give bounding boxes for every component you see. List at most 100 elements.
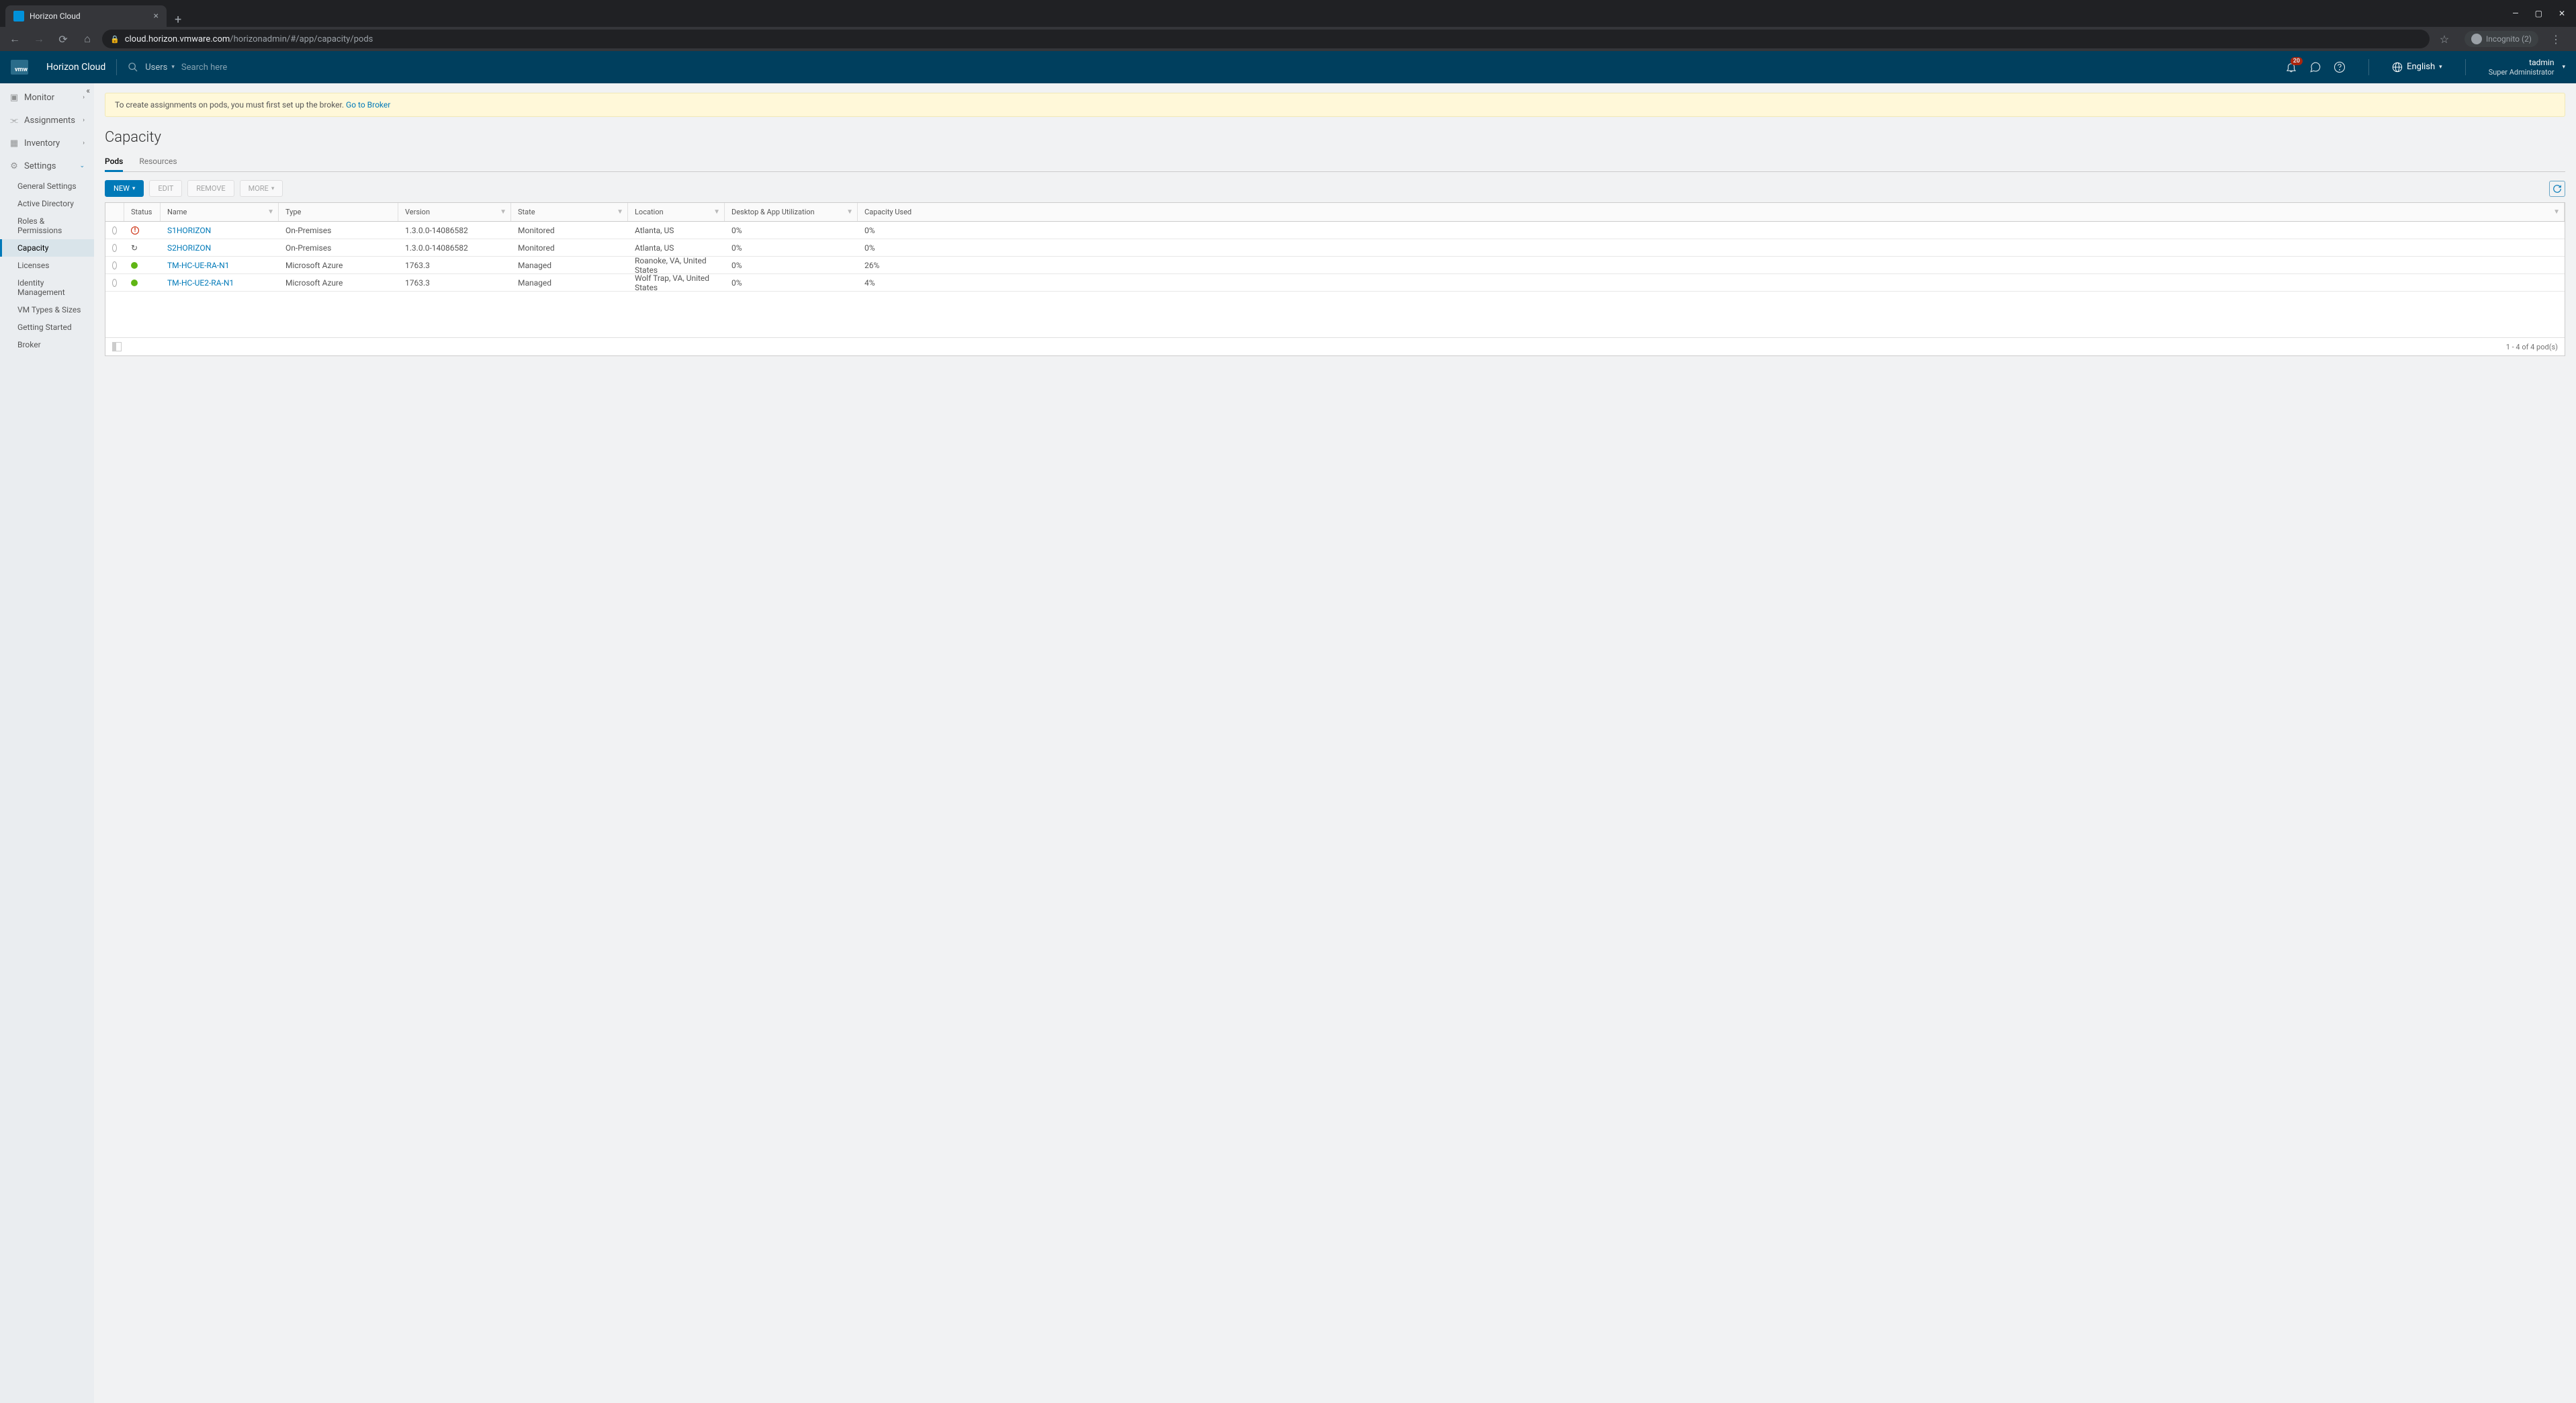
back-button[interactable]: ←: [5, 30, 24, 48]
filter-icon[interactable]: ▼: [713, 208, 720, 216]
refresh-button[interactable]: [2549, 181, 2565, 197]
cell-location: Wolf Trap, VA, United States: [628, 274, 725, 291]
chevron-down-icon: ▾: [2439, 64, 2442, 71]
cell-desktop: 0%: [725, 274, 858, 291]
row-radio[interactable]: [112, 279, 117, 287]
cell-version: 1763.3: [398, 274, 511, 291]
cell-desktop: 0%: [725, 257, 858, 273]
more-button[interactable]: MORE ▾: [240, 180, 283, 197]
maximize-button[interactable]: ▢: [2535, 9, 2542, 18]
pod-name-link[interactable]: TM-HC-UE-RA-N1: [167, 261, 229, 270]
search-icon[interactable]: [128, 62, 138, 73]
incognito-icon: [2471, 34, 2482, 44]
collapse-sidebar-button[interactable]: «: [86, 86, 90, 95]
filter-icon[interactable]: ▼: [2553, 208, 2560, 216]
row-radio[interactable]: [112, 261, 117, 269]
sidebar-sub-licenses[interactable]: Licenses: [0, 257, 94, 274]
col-capacity[interactable]: Capacity Used▼: [858, 203, 2565, 221]
go-to-broker-link[interactable]: Go to Broker: [346, 100, 390, 110]
new-tab-button[interactable]: +: [167, 13, 189, 27]
user-menu[interactable]: tadmin Super Administrator: [2489, 58, 2555, 77]
tab-resources[interactable]: Resources: [139, 153, 177, 171]
tab-title: Horizon Cloud: [30, 11, 148, 21]
sidebar-item-inventory[interactable]: ▦Inventory ›: [0, 132, 94, 155]
minimize-button[interactable]: —: [2512, 9, 2518, 18]
sidebar-item-assignments[interactable]: ⫘Assignments ›: [0, 109, 94, 132]
info-banner: To create assignments on pods, you must …: [105, 93, 2565, 117]
cell-type: Microsoft Azure: [279, 257, 398, 273]
browser-toolbar: ← → ⟳ ⌂ 🔒 cloud.horizon.vmware.com/horiz…: [0, 27, 2576, 51]
notifications-button[interactable]: 20: [2285, 61, 2297, 73]
col-name[interactable]: Name▼: [161, 203, 279, 221]
incognito-badge[interactable]: Incognito (2): [2464, 31, 2538, 47]
table-row[interactable]: ↻S2HORIZONOn-Premises1.3.0.0-14086582Mon…: [105, 239, 2565, 257]
filter-icon[interactable]: ▼: [267, 208, 274, 216]
table-row[interactable]: TM-HC-UE-RA-N1Microsoft Azure1763.3Manag…: [105, 257, 2565, 274]
new-button[interactable]: NEW ▾: [105, 180, 144, 197]
cell-capacity: 0%: [858, 222, 2565, 239]
close-tab-icon[interactable]: ×: [154, 11, 159, 22]
remove-button[interactable]: REMOVE: [187, 180, 234, 197]
filter-icon[interactable]: ▼: [846, 208, 853, 216]
language-selector[interactable]: English ▾: [2392, 62, 2442, 73]
grid-body: !S1HORIZONOn-Premises1.3.0.0-14086582Mon…: [105, 222, 2565, 337]
feedback-button[interactable]: [2309, 61, 2321, 73]
sidebar-sub-ad[interactable]: Active Directory: [0, 195, 94, 212]
sync-icon: ↻: [131, 243, 138, 253]
chevron-right-icon: ›: [83, 94, 85, 101]
browser-menu-button[interactable]: ⋮: [2546, 30, 2565, 48]
sidebar-sub-getting[interactable]: Getting Started: [0, 318, 94, 336]
cell-desktop: 0%: [725, 222, 858, 239]
gear-icon: ⚙: [9, 161, 19, 171]
chevron-down-icon: ▾: [2562, 64, 2565, 71]
status-ok-icon: [131, 262, 138, 269]
header-search: Users ▾: [128, 62, 316, 73]
sidebar-sub-capacity[interactable]: Capacity: [0, 239, 94, 257]
col-location[interactable]: Location▼: [628, 203, 725, 221]
edit-button[interactable]: EDIT: [149, 180, 182, 197]
sidebar-item-monitor[interactable]: ▣Monitor ›: [0, 86, 94, 109]
close-window-button[interactable]: ✕: [2559, 9, 2565, 18]
forward-button[interactable]: →: [30, 30, 48, 48]
row-radio[interactable]: [112, 226, 117, 235]
browser-tab[interactable]: Horizon Cloud ×: [5, 5, 167, 27]
col-version[interactable]: Version▼: [398, 203, 511, 221]
reload-button[interactable]: ⟳: [54, 30, 73, 48]
grid-toolbar: NEW ▾ EDIT REMOVE MORE ▾: [105, 180, 2565, 197]
help-button[interactable]: [2334, 61, 2346, 73]
tab-pods[interactable]: Pods: [105, 153, 123, 172]
globe-icon: [2392, 62, 2403, 73]
cell-desktop: 0%: [725, 239, 858, 256]
cell-type: Microsoft Azure: [279, 274, 398, 291]
sidebar-item-settings[interactable]: ⚙Settings ⌄: [0, 155, 94, 177]
home-button[interactable]: ⌂: [78, 30, 97, 48]
cell-location: Roanoke, VA, United States: [628, 257, 725, 273]
sidebar-sub-general[interactable]: General Settings: [0, 177, 94, 195]
sidebar-sub-roles[interactable]: Roles & Permissions: [0, 212, 94, 239]
pod-name-link[interactable]: S1HORIZON: [167, 226, 211, 235]
grid-footer: 1 - 4 of 4 pod(s): [105, 337, 2565, 355]
pod-name-link[interactable]: TM-HC-UE2-RA-N1: [167, 278, 234, 288]
sidebar-sub-vmtypes[interactable]: VM Types & Sizes: [0, 301, 94, 318]
col-type[interactable]: Type: [279, 203, 398, 221]
col-desktop[interactable]: Desktop & App Utilization▼: [725, 203, 858, 221]
row-radio[interactable]: [112, 244, 117, 252]
filter-icon[interactable]: ▼: [617, 208, 623, 216]
sidebar-sub-broker[interactable]: Broker: [0, 336, 94, 353]
search-scope-dropdown[interactable]: Users ▾: [145, 62, 175, 73]
table-row[interactable]: !S1HORIZONOn-Premises1.3.0.0-14086582Mon…: [105, 222, 2565, 239]
cell-state: Monitored: [511, 239, 628, 256]
filter-icon[interactable]: ▼: [500, 208, 506, 216]
col-state[interactable]: State▼: [511, 203, 628, 221]
app-header: vmw Horizon Cloud Users ▾ 20 English ▾: [0, 51, 2576, 83]
pod-name-link[interactable]: S2HORIZON: [167, 243, 211, 253]
col-status[interactable]: Status: [124, 203, 161, 221]
sidebar-sub-identity[interactable]: Identity Management: [0, 274, 94, 301]
table-row[interactable]: TM-HC-UE2-RA-N1Microsoft Azure1763.3Mana…: [105, 274, 2565, 292]
cell-capacity: 4%: [858, 274, 2565, 291]
address-bar[interactable]: 🔒 cloud.horizon.vmware.com/horizonadmin/…: [102, 30, 2430, 48]
column-toggle-button[interactable]: [112, 342, 122, 351]
bookmark-button[interactable]: ☆: [2435, 30, 2454, 48]
chevron-right-icon: ›: [83, 117, 85, 124]
search-input[interactable]: [181, 62, 316, 73]
